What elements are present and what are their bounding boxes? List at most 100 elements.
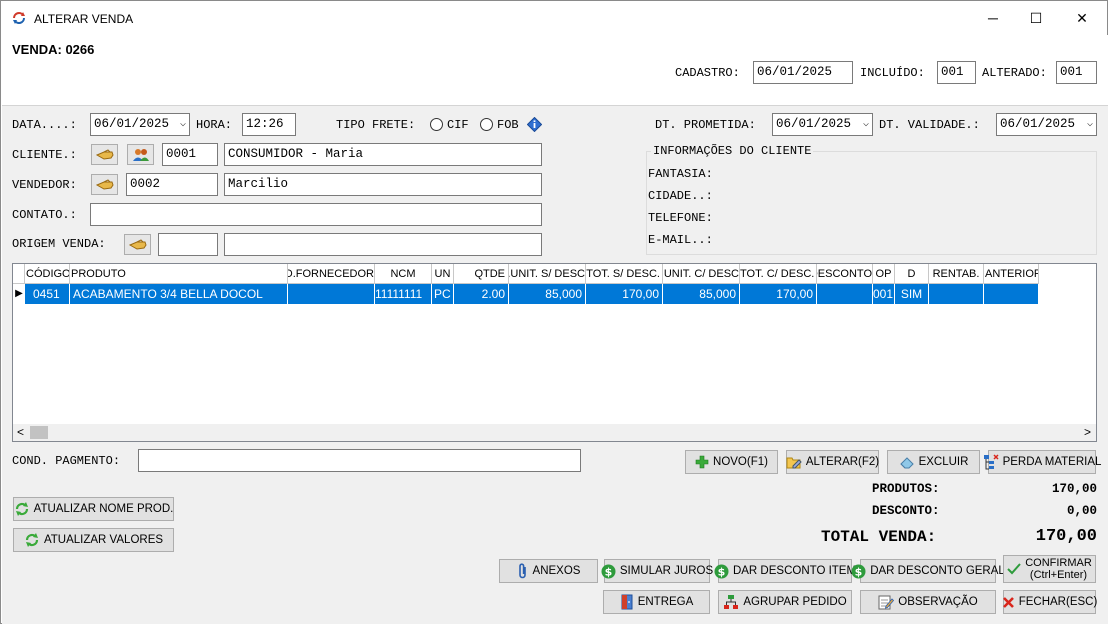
incluido-field[interactable]: 001 bbox=[937, 61, 976, 84]
incluido-label: INCLUÍDO: bbox=[860, 66, 925, 80]
confirmar-label-line2: (Ctrl+Enter) bbox=[1029, 569, 1088, 581]
alterar-button[interactable]: ALTERAR(F2) bbox=[786, 450, 879, 474]
simular-juros-button[interactable]: $ SIMULAR JUROS bbox=[601, 559, 713, 583]
vendedor-search-button[interactable] bbox=[91, 174, 118, 195]
cadastro-field[interactable]: 06/01/2025 bbox=[753, 61, 853, 84]
grid-header-cod-fornecedor[interactable]: CÓD.FORNECEDOR bbox=[288, 264, 375, 284]
minimize-button[interactable]: ─ bbox=[970, 1, 1016, 35]
dar-desconto-geral-button[interactable]: $ DAR DESCONTO GERAL bbox=[851, 559, 1005, 583]
table-cell[interactable]: ACABAMENTO 3/4 BELLA DOCOL bbox=[70, 284, 288, 304]
row-indicator-icon: ▶ bbox=[13, 284, 25, 304]
dt-prometida-datepicker[interactable]: 06/01/2025 ⌵ bbox=[772, 113, 873, 136]
grid-header-rentab[interactable]: RENTAB. bbox=[929, 264, 984, 284]
table-cell[interactable]: 2.00 bbox=[454, 284, 509, 304]
close-button[interactable]: ✕ bbox=[1059, 1, 1105, 35]
produtos-label: PRODUTOS: bbox=[872, 482, 940, 496]
anexos-label: ANEXOS bbox=[532, 565, 581, 577]
cond-pagamento-field[interactable] bbox=[138, 449, 581, 472]
grid-header-d[interactable]: D bbox=[895, 264, 929, 284]
scroll-left-arrow[interactable]: < bbox=[17, 425, 24, 439]
confirmar-button[interactable]: CONFIRMAR (Ctrl+Enter) bbox=[1003, 555, 1096, 583]
grid-header-tot-s-desc[interactable]: TOT. S/ DESC. bbox=[586, 264, 663, 284]
fechar-label: FECHAR(ESC) bbox=[1018, 596, 1098, 608]
dt-prometida-value: 06/01/2025 bbox=[776, 117, 852, 131]
cadastro-label: CADASTRO: bbox=[675, 66, 740, 80]
entrega-button[interactable]: ENTREGA bbox=[603, 590, 710, 614]
anexos-button[interactable]: ANEXOS bbox=[499, 559, 598, 583]
grid-indicator-header bbox=[13, 264, 25, 284]
excluir-button[interactable]: EXCLUIR bbox=[887, 450, 980, 474]
contato-label: CONTATO.: bbox=[12, 208, 77, 222]
scroll-right-arrow[interactable]: > bbox=[1084, 425, 1091, 439]
contato-field[interactable] bbox=[90, 203, 542, 226]
hora-field[interactable]: 12:26 bbox=[242, 113, 296, 136]
hora-label: HORA: bbox=[196, 118, 233, 132]
scrollbar-thumb[interactable] bbox=[30, 426, 48, 439]
perda-material-button[interactable]: PERDA MATERIAL bbox=[983, 450, 1101, 474]
table-cell[interactable]: 170,00 bbox=[740, 284, 817, 304]
grid-header-anterior[interactable]: ANTERIOR bbox=[984, 264, 1039, 284]
vendedor-code-field[interactable]: 0002 bbox=[126, 173, 218, 196]
table-cell[interactable]: 85,000 bbox=[509, 284, 586, 304]
dar-desconto-item-button[interactable]: $ DAR DESCONTO ITEM bbox=[714, 559, 856, 583]
grid-header-un[interactable]: UN bbox=[432, 264, 454, 284]
table-cell[interactable] bbox=[929, 284, 984, 304]
cliente-name-field[interactable]: CONSUMIDOR - Maria bbox=[224, 143, 542, 166]
atualizar-nome-button[interactable]: ATUALIZAR NOME PROD. bbox=[13, 497, 174, 521]
info-diamond-icon[interactable] bbox=[527, 117, 542, 132]
chevron-down-icon: ⌵ bbox=[862, 119, 869, 130]
table-cell[interactable]: SIM bbox=[895, 284, 929, 304]
cliente-people-button[interactable] bbox=[127, 144, 154, 165]
atualizar-valores-label: ATUALIZAR VALORES bbox=[43, 534, 164, 546]
money-icon: $ bbox=[601, 564, 616, 578]
grid-header-desconto[interactable]: DESCONTO bbox=[817, 264, 873, 284]
grid-header-op[interactable]: OP bbox=[873, 264, 895, 284]
horizontal-scrollbar[interactable]: < > bbox=[13, 424, 1096, 441]
frete-fob-label: FOB bbox=[497, 118, 519, 132]
table-cell[interactable] bbox=[984, 284, 1039, 304]
alterado-field[interactable]: 001 bbox=[1056, 61, 1097, 84]
grid-header-codigo[interactable]: CÓDIGO bbox=[25, 264, 70, 284]
grid-header-produto[interactable]: PRODUTO bbox=[70, 264, 288, 284]
maximize-button[interactable]: ☐ bbox=[1013, 1, 1059, 35]
chevron-down-icon: ⌵ bbox=[1086, 119, 1093, 130]
novo-button[interactable]: NOVO(F1) bbox=[685, 450, 778, 474]
data-datepicker[interactable]: 06/01/2025 ⌵ bbox=[90, 113, 190, 136]
grid-header-unit-c-desc[interactable]: UNIT. C/ DESC. bbox=[663, 264, 740, 284]
agrupar-pedido-button[interactable]: AGRUPAR PEDIDO bbox=[718, 590, 852, 614]
cliente-code-field[interactable]: 0001 bbox=[162, 143, 218, 166]
desconto-label: DESCONTO: bbox=[872, 504, 940, 518]
tree-delete-icon bbox=[983, 454, 999, 470]
fechar-button[interactable]: FECHAR(ESC) bbox=[1002, 590, 1098, 614]
cliente-search-button[interactable] bbox=[91, 144, 118, 165]
table-cell[interactable] bbox=[288, 284, 375, 304]
paperclip-icon bbox=[518, 563, 526, 579]
confirmar-label: CONFIRMAR (Ctrl+Enter) bbox=[1025, 557, 1092, 581]
table-cell[interactable]: 11111111 bbox=[375, 284, 432, 304]
grid-header-ncm[interactable]: NCM bbox=[375, 264, 432, 284]
grid-header-qtde[interactable]: QTDE bbox=[454, 264, 509, 284]
chevron-down-icon: ⌵ bbox=[179, 119, 186, 130]
observacao-label: OBSERVAÇÃO bbox=[898, 596, 978, 608]
confirmar-label-line1: CONFIRMAR bbox=[1025, 557, 1092, 569]
alterar-label: ALTERAR(F2) bbox=[805, 456, 880, 468]
frete-fob-radio[interactable] bbox=[480, 118, 493, 131]
atualizar-valores-button[interactable]: ATUALIZAR VALORES bbox=[13, 528, 174, 552]
frete-cif-radio[interactable] bbox=[430, 118, 443, 131]
origem-name-field[interactable] bbox=[224, 233, 542, 256]
origem-code-field[interactable] bbox=[158, 233, 218, 256]
origem-search-button[interactable] bbox=[124, 234, 151, 255]
table-cell[interactable]: 001 bbox=[873, 284, 895, 304]
dt-validade-datepicker[interactable]: 06/01/2025 ⌵ bbox=[996, 113, 1097, 136]
grid-header-tot-c-desc[interactable]: TOT. C/ DESC. bbox=[740, 264, 817, 284]
table-cell[interactable]: 0451 bbox=[25, 284, 70, 304]
plus-icon bbox=[695, 455, 709, 469]
table-cell[interactable]: PC bbox=[432, 284, 454, 304]
observacao-button[interactable]: OBSERVAÇÃO bbox=[860, 590, 996, 614]
table-cell[interactable]: 170,00 bbox=[586, 284, 663, 304]
items-grid[interactable]: CÓDIGO PRODUTO CÓD.FORNECEDOR NCM UN QTD… bbox=[12, 263, 1097, 442]
vendedor-name-field[interactable]: Marcilio bbox=[224, 173, 542, 196]
table-cell[interactable]: 85,000 bbox=[663, 284, 740, 304]
grid-header-unit-s-desc[interactable]: UNIT. S/ DESC. bbox=[509, 264, 586, 284]
table-cell[interactable] bbox=[817, 284, 873, 304]
